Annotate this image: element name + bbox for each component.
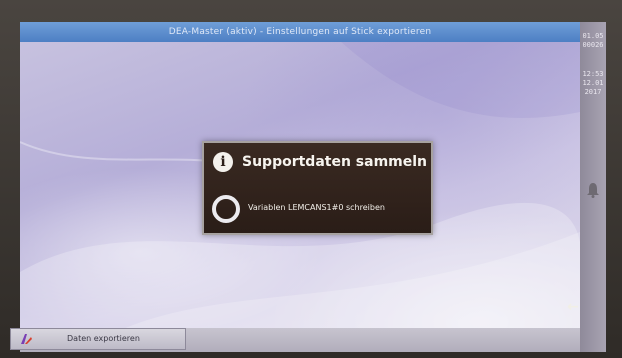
back-button[interactable]: ←	[562, 296, 584, 318]
export-icon	[21, 334, 32, 344]
sidebar-year: 2017	[584, 88, 602, 96]
bell-icon[interactable]	[586, 182, 600, 198]
progress-spinner	[212, 195, 240, 223]
sidebar-day-month: 12.01	[582, 79, 604, 87]
export-data-label: Daten exportieren	[67, 334, 140, 343]
dialog-status-text: Variablen LEMCANS1#0 schreiben	[248, 203, 385, 212]
sidebar-time: 12:53	[582, 70, 604, 78]
dialog-title: Supportdaten sammeln	[242, 154, 428, 170]
info-icon: i	[213, 152, 233, 172]
sidebar-counter: 00026	[582, 41, 604, 49]
sidebar-date: 01.05	[582, 32, 604, 40]
window-title: DEA-Master (aktiv) - Einstellungen auf S…	[20, 22, 580, 42]
export-data-button[interactable]: Daten exportieren	[10, 328, 186, 350]
support-data-dialog: i Supportdaten sammeln Variablen LEMCANS…	[202, 141, 433, 235]
arrow-left-icon: ←	[567, 299, 579, 315]
